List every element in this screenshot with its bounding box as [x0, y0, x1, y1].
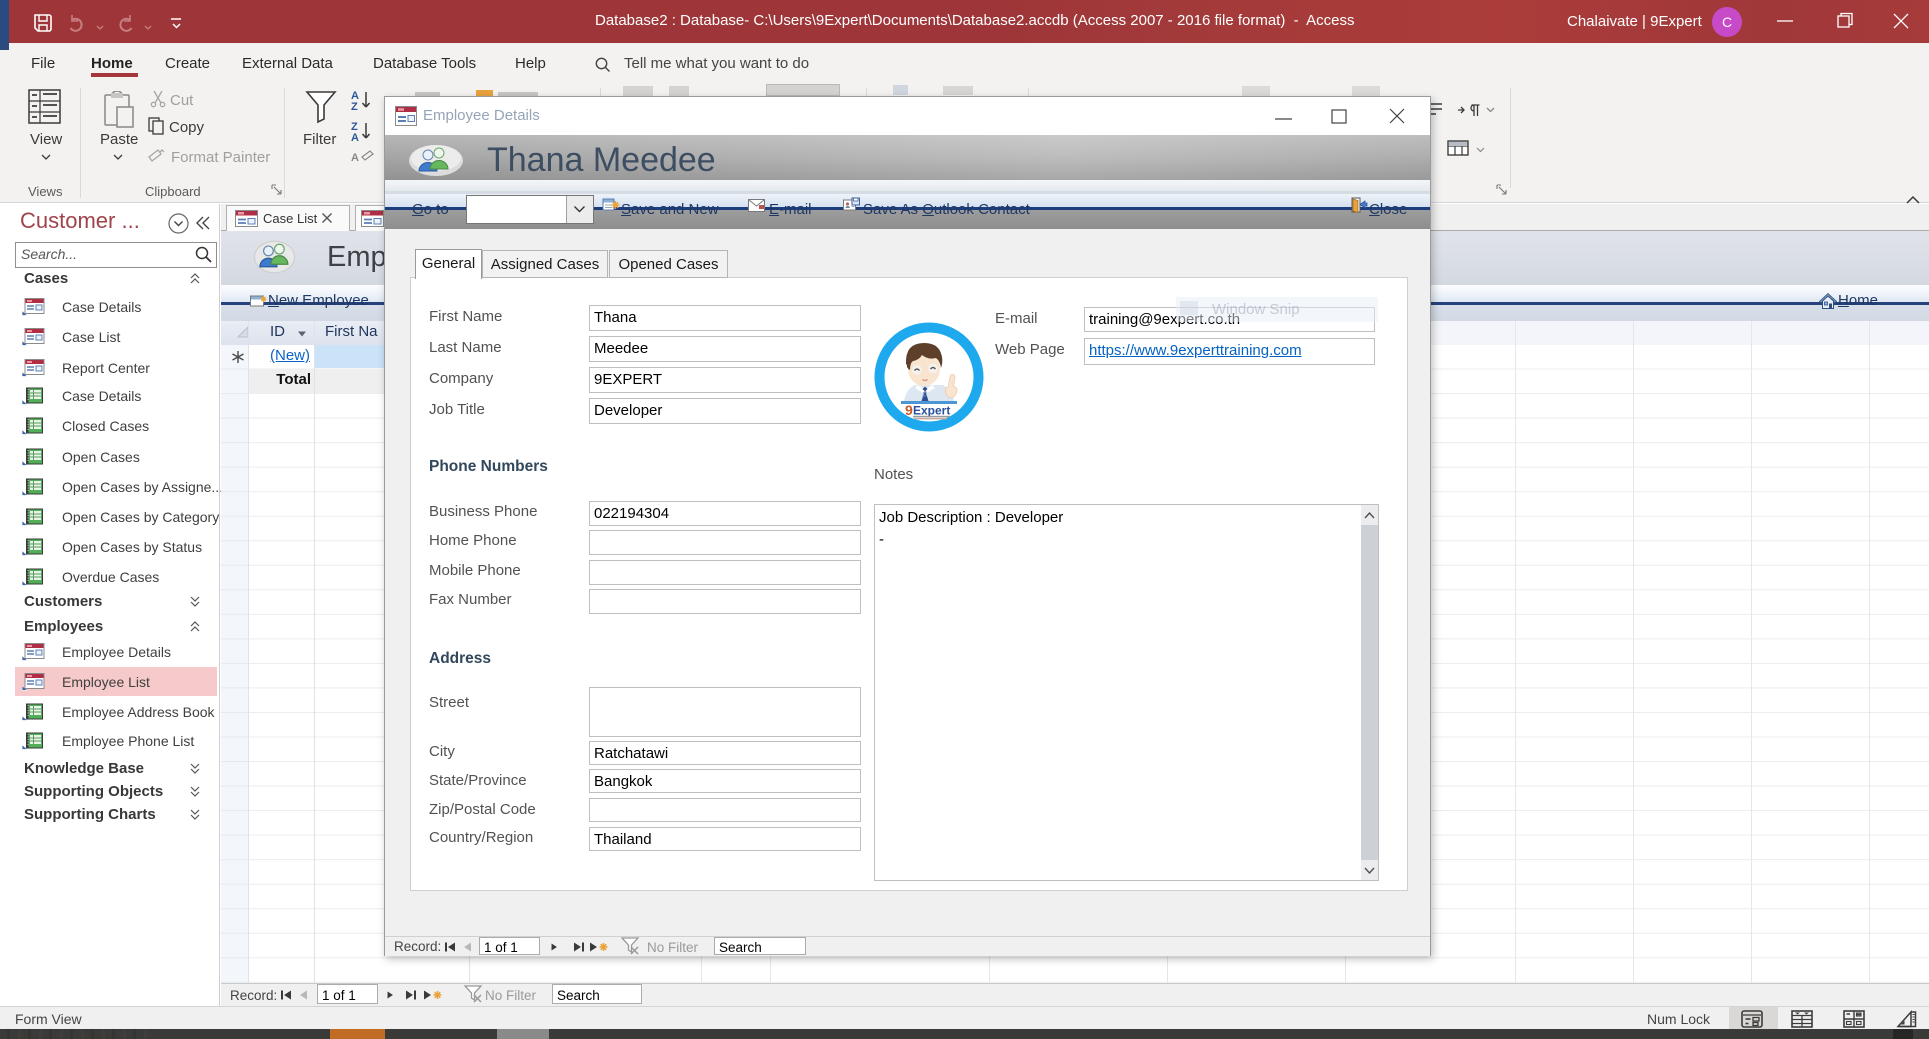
- svg-text:A: A: [351, 132, 359, 144]
- svg-text:A: A: [351, 152, 359, 164]
- svg-text:Expert: Expert: [913, 404, 950, 418]
- svg-text:9: 9: [905, 402, 913, 418]
- svg-text:Z: Z: [351, 101, 358, 113]
